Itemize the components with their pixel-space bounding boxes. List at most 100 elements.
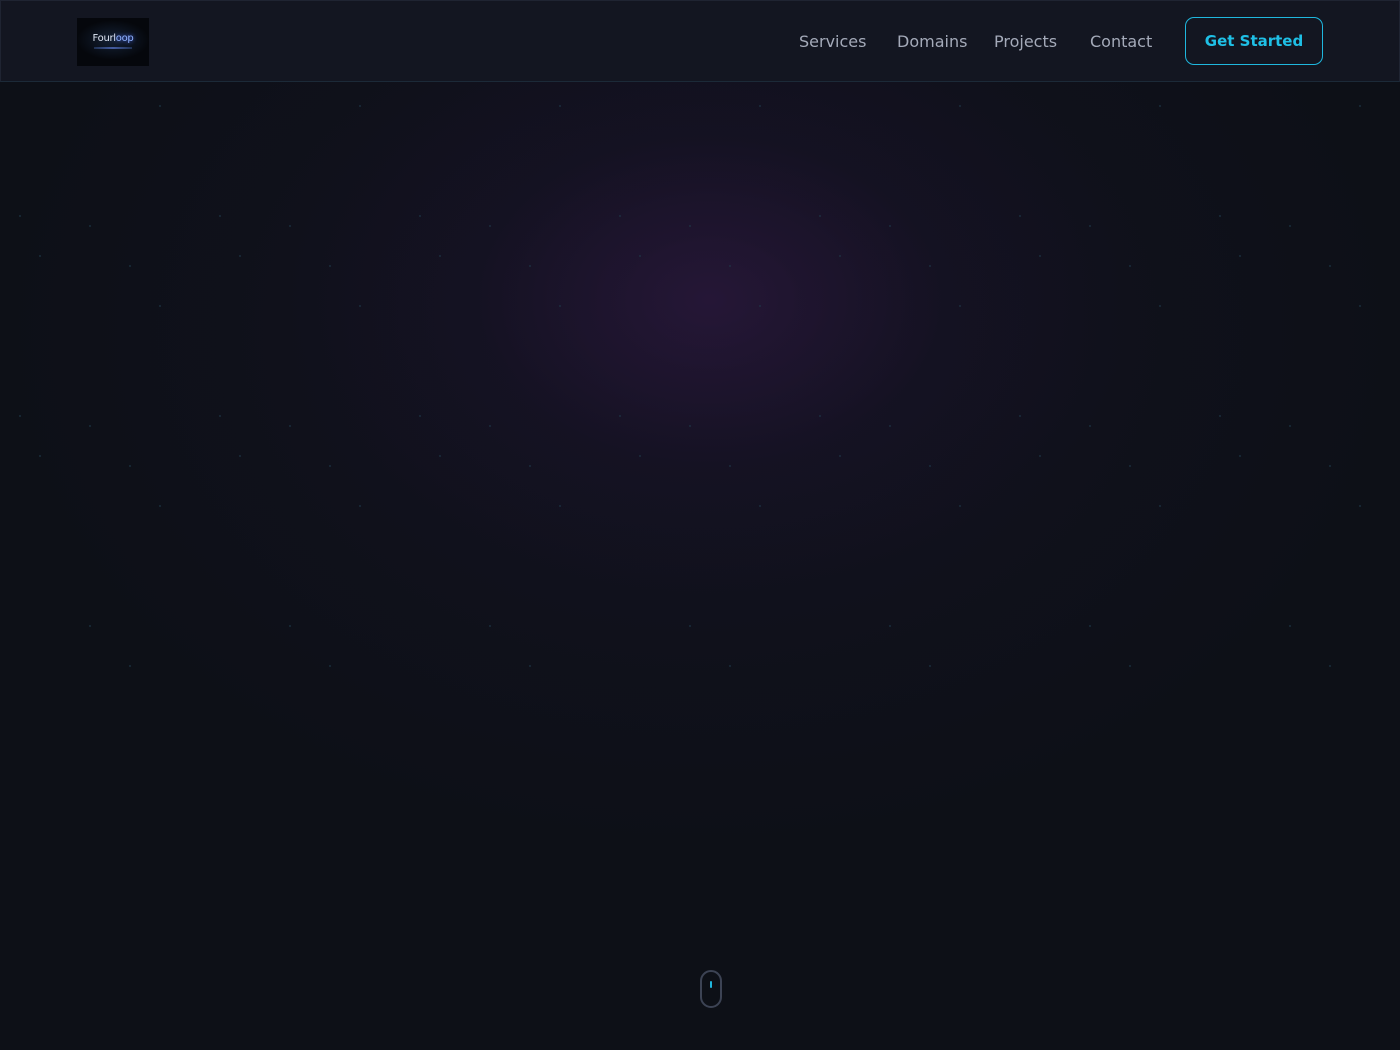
logo-tagline-bar xyxy=(94,46,132,49)
grid-dot xyxy=(439,255,441,257)
grid-dot xyxy=(639,455,641,457)
grid-dot xyxy=(529,465,531,467)
grid-dot xyxy=(1159,505,1161,507)
grid-dot xyxy=(159,105,161,107)
grid-dot xyxy=(1359,505,1361,507)
grid-dot xyxy=(559,305,561,307)
grid-dot xyxy=(1089,625,1091,627)
grid-dot xyxy=(89,425,91,427)
nav-link-domains[interactable]: Domains xyxy=(897,32,967,51)
grid-dot xyxy=(1239,255,1241,257)
grid-dot xyxy=(1019,415,1021,417)
grid-dot xyxy=(1129,665,1131,667)
grid-dot xyxy=(39,455,41,457)
grid-dot xyxy=(619,415,621,417)
grid-dot xyxy=(689,225,691,227)
grid-dot xyxy=(929,265,931,267)
grid-dot xyxy=(959,105,961,107)
grid-dot xyxy=(289,425,291,427)
grid-dot xyxy=(759,305,761,307)
grid-dot xyxy=(929,665,931,667)
grid-dot xyxy=(1089,225,1091,227)
grid-dot xyxy=(359,505,361,507)
grid-dot xyxy=(1359,105,1361,107)
grid-dot xyxy=(289,225,291,227)
grid-dot xyxy=(239,255,241,257)
grid-dot xyxy=(1159,305,1161,307)
grid-dot xyxy=(219,215,221,217)
grid-dot xyxy=(359,305,361,307)
grid-dot xyxy=(419,215,421,217)
grid-dot xyxy=(1329,465,1331,467)
landing-page: Fourloop Services Domains Projects Conta… xyxy=(0,0,1400,1050)
grid-dot xyxy=(1289,425,1291,427)
grid-dot xyxy=(729,665,731,667)
grid-dot xyxy=(1039,255,1041,257)
grid-dot xyxy=(1219,215,1221,217)
grid-dot xyxy=(729,265,731,267)
grid-dot xyxy=(1289,225,1291,227)
grid-dot xyxy=(959,305,961,307)
grid-dot xyxy=(129,465,131,467)
logo[interactable]: Fourloop xyxy=(77,18,149,66)
navbar: Fourloop Services Domains Projects Conta… xyxy=(0,0,1400,82)
grid-dot xyxy=(1129,265,1131,267)
grid-dot xyxy=(1289,625,1291,627)
grid-dot xyxy=(559,505,561,507)
grid-dot xyxy=(839,455,841,457)
grid-dot xyxy=(489,625,491,627)
grid-dot xyxy=(1039,455,1041,457)
nav-link-services[interactable]: Services xyxy=(799,32,866,51)
grid-dot xyxy=(1239,455,1241,457)
grid-dot xyxy=(219,415,221,417)
grid-dot xyxy=(619,215,621,217)
grid-dot xyxy=(529,665,531,667)
grid-dot xyxy=(1329,665,1331,667)
grid-dot xyxy=(1159,105,1161,107)
grid-dot xyxy=(329,665,331,667)
grid-dot xyxy=(1219,415,1221,417)
grid-dot xyxy=(19,215,21,217)
grid-dot xyxy=(19,415,21,417)
grid-dot xyxy=(1019,215,1021,217)
grid-dot xyxy=(839,255,841,257)
grid-dot xyxy=(159,305,161,307)
grid-dot xyxy=(889,225,891,227)
grid-dot xyxy=(759,505,761,507)
grid-dot xyxy=(419,415,421,417)
grid-dot xyxy=(129,665,131,667)
grid-dot xyxy=(889,625,891,627)
grid-dot xyxy=(689,425,691,427)
grid-dot xyxy=(689,625,691,627)
grid-dot xyxy=(489,425,491,427)
grid-dot xyxy=(129,265,131,267)
grid-dot xyxy=(929,465,931,467)
grid-dot xyxy=(529,265,531,267)
grid-dot xyxy=(759,105,761,107)
dot-grid-pattern xyxy=(19,105,1361,667)
grid-dot xyxy=(239,455,241,457)
grid-dot xyxy=(889,425,891,427)
grid-dot xyxy=(289,625,291,627)
grid-dot xyxy=(1089,425,1091,427)
grid-dot xyxy=(89,625,91,627)
nav-link-projects[interactable]: Projects xyxy=(994,32,1057,51)
grid-dot xyxy=(1329,265,1331,267)
grid-dot xyxy=(39,255,41,257)
grid-dot xyxy=(1129,465,1131,467)
grid-dot xyxy=(559,105,561,107)
grid-dot xyxy=(959,505,961,507)
scroll-wheel-indicator xyxy=(710,981,712,988)
logo-wordmark: Fourloop xyxy=(92,32,134,44)
grid-dot xyxy=(89,225,91,227)
nav-link-contact[interactable]: Contact xyxy=(1090,32,1152,51)
get-started-button[interactable]: Get Started xyxy=(1185,17,1323,65)
grid-dot xyxy=(1359,305,1361,307)
grid-dot xyxy=(729,465,731,467)
grid-dot xyxy=(819,215,821,217)
grid-dot xyxy=(819,415,821,417)
mouse-scroll-icon[interactable] xyxy=(700,970,722,1008)
grid-dot xyxy=(489,225,491,227)
grid-dot xyxy=(639,255,641,257)
grid-dot xyxy=(159,505,161,507)
